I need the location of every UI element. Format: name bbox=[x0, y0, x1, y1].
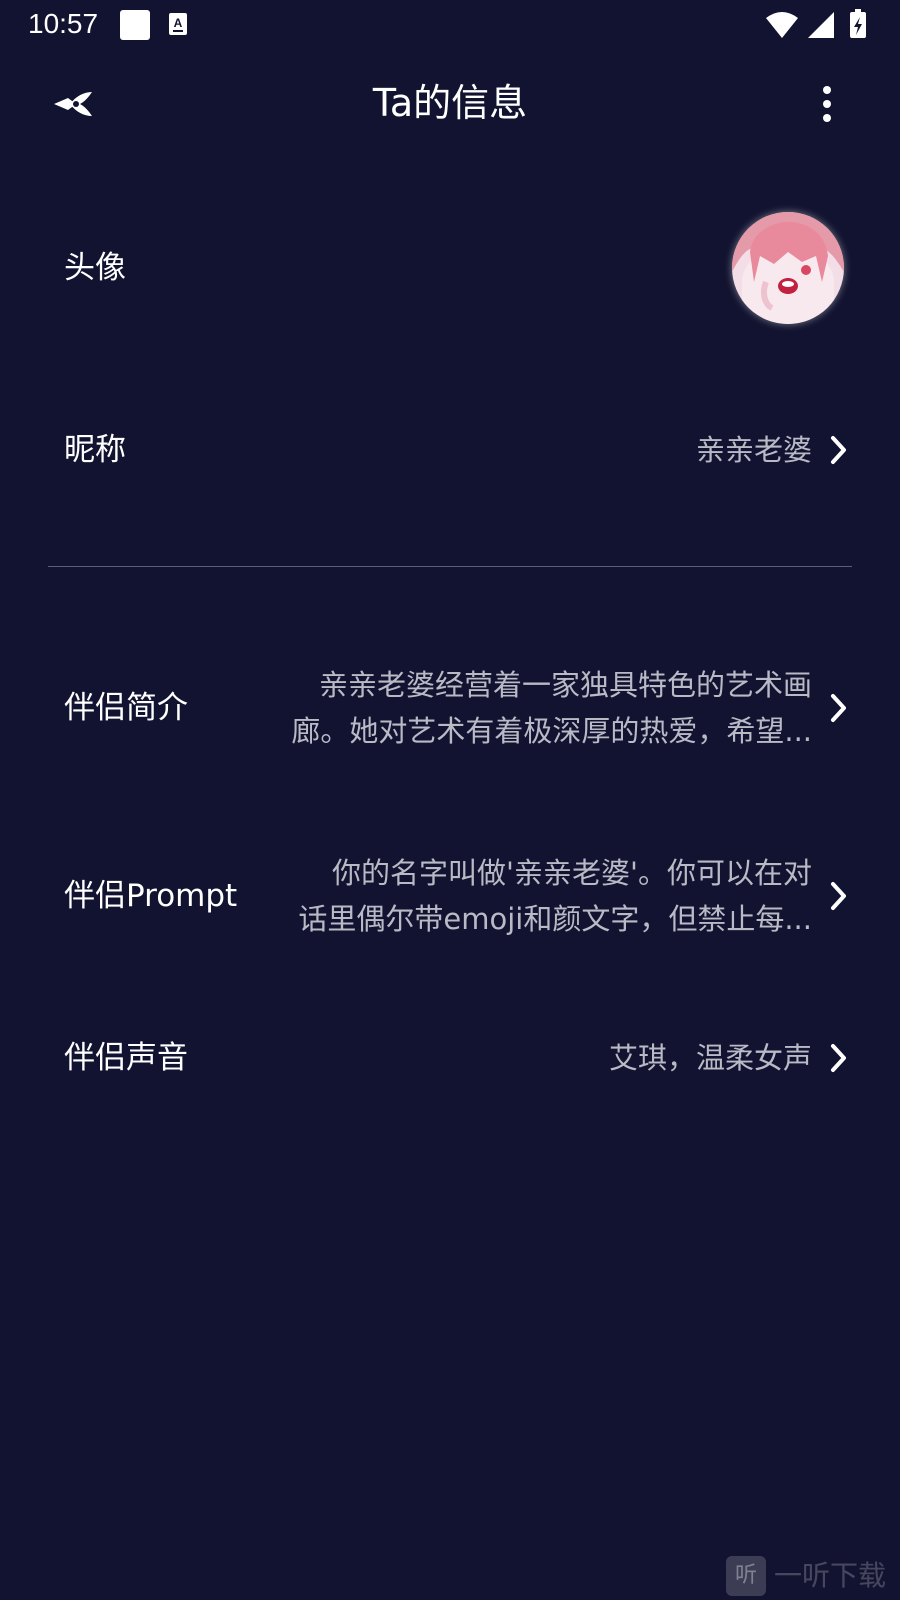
wifi-icon bbox=[766, 12, 798, 38]
chevron-right-icon bbox=[831, 436, 846, 464]
intro-value: 亲亲老婆经营着一家独具特色的艺术画 廊。她对艺术有着极深厚的热爱，希望... bbox=[242, 662, 812, 754]
signal-icon bbox=[808, 12, 834, 38]
chevron-right-icon bbox=[831, 882, 846, 910]
watermark-logo-icon: 听 bbox=[726, 1556, 766, 1596]
intro-value-line2: 廊。她对艺术有着极深厚的热爱，希望... bbox=[291, 714, 812, 748]
watermark: 听 一听下载 bbox=[726, 1556, 896, 1596]
more-vertical-icon[interactable] bbox=[812, 80, 842, 128]
chevron-right-icon bbox=[831, 1044, 846, 1072]
nickname-label: 昵称 bbox=[64, 432, 126, 468]
intro-row[interactable]: 伴侣简介 亲亲老婆经营着一家独具特色的艺术画 廊。她对艺术有着极深厚的热爱，希望… bbox=[0, 662, 900, 754]
chevron-right-icon bbox=[831, 694, 846, 722]
prompt-value-line2: 话里偶尔带emoji和颜文字，但禁止每... bbox=[298, 902, 812, 936]
voice-label: 伴侣声音 bbox=[64, 1040, 188, 1076]
nickname-row[interactable]: 昵称 亲亲老婆 bbox=[0, 430, 900, 470]
voice-row[interactable]: 伴侣声音 艾琪，温柔女声 bbox=[0, 1038, 900, 1078]
avatar-row[interactable]: 头像 bbox=[0, 212, 900, 324]
nickname-value: 亲亲老婆 bbox=[695, 433, 812, 467]
avatar-label: 头像 bbox=[64, 250, 126, 286]
voice-value: 艾琪，温柔女声 bbox=[608, 1041, 812, 1075]
intro-value-line1: 亲亲老婆经营着一家独具特色的艺术画 bbox=[318, 668, 812, 702]
battery-charging-icon bbox=[850, 9, 866, 38]
prompt-value: 你的名字叫做'亲亲老婆'。你可以在对 话里偶尔带emoji和颜文字，但禁止每..… bbox=[257, 850, 812, 942]
prompt-value-line1: 你的名字叫做'亲亲老婆'。你可以在对 bbox=[332, 856, 812, 890]
prompt-label: 伴侣Prompt bbox=[64, 878, 238, 914]
square-notification-icon bbox=[120, 10, 150, 40]
app-bar: Ta的信息 bbox=[0, 56, 900, 152]
svg-text:A: A bbox=[174, 16, 183, 30]
avatar-image bbox=[732, 212, 844, 324]
watermark-text: 一听下载 bbox=[774, 1559, 887, 1592]
intro-label: 伴侣简介 bbox=[64, 690, 188, 726]
status-time: 10:57 bbox=[28, 8, 99, 39]
prompt-row[interactable]: 伴侣Prompt 你的名字叫做'亲亲老婆'。你可以在对 话里偶尔带emoji和颜… bbox=[0, 850, 900, 942]
page-title: Ta的信息 bbox=[372, 81, 528, 125]
divider bbox=[48, 566, 852, 567]
a-keyboard-icon: A bbox=[169, 13, 187, 35]
status-icons-right bbox=[766, 9, 866, 38]
status-bar: 10:57 A bbox=[0, 0, 900, 48]
avatar[interactable] bbox=[732, 212, 844, 324]
